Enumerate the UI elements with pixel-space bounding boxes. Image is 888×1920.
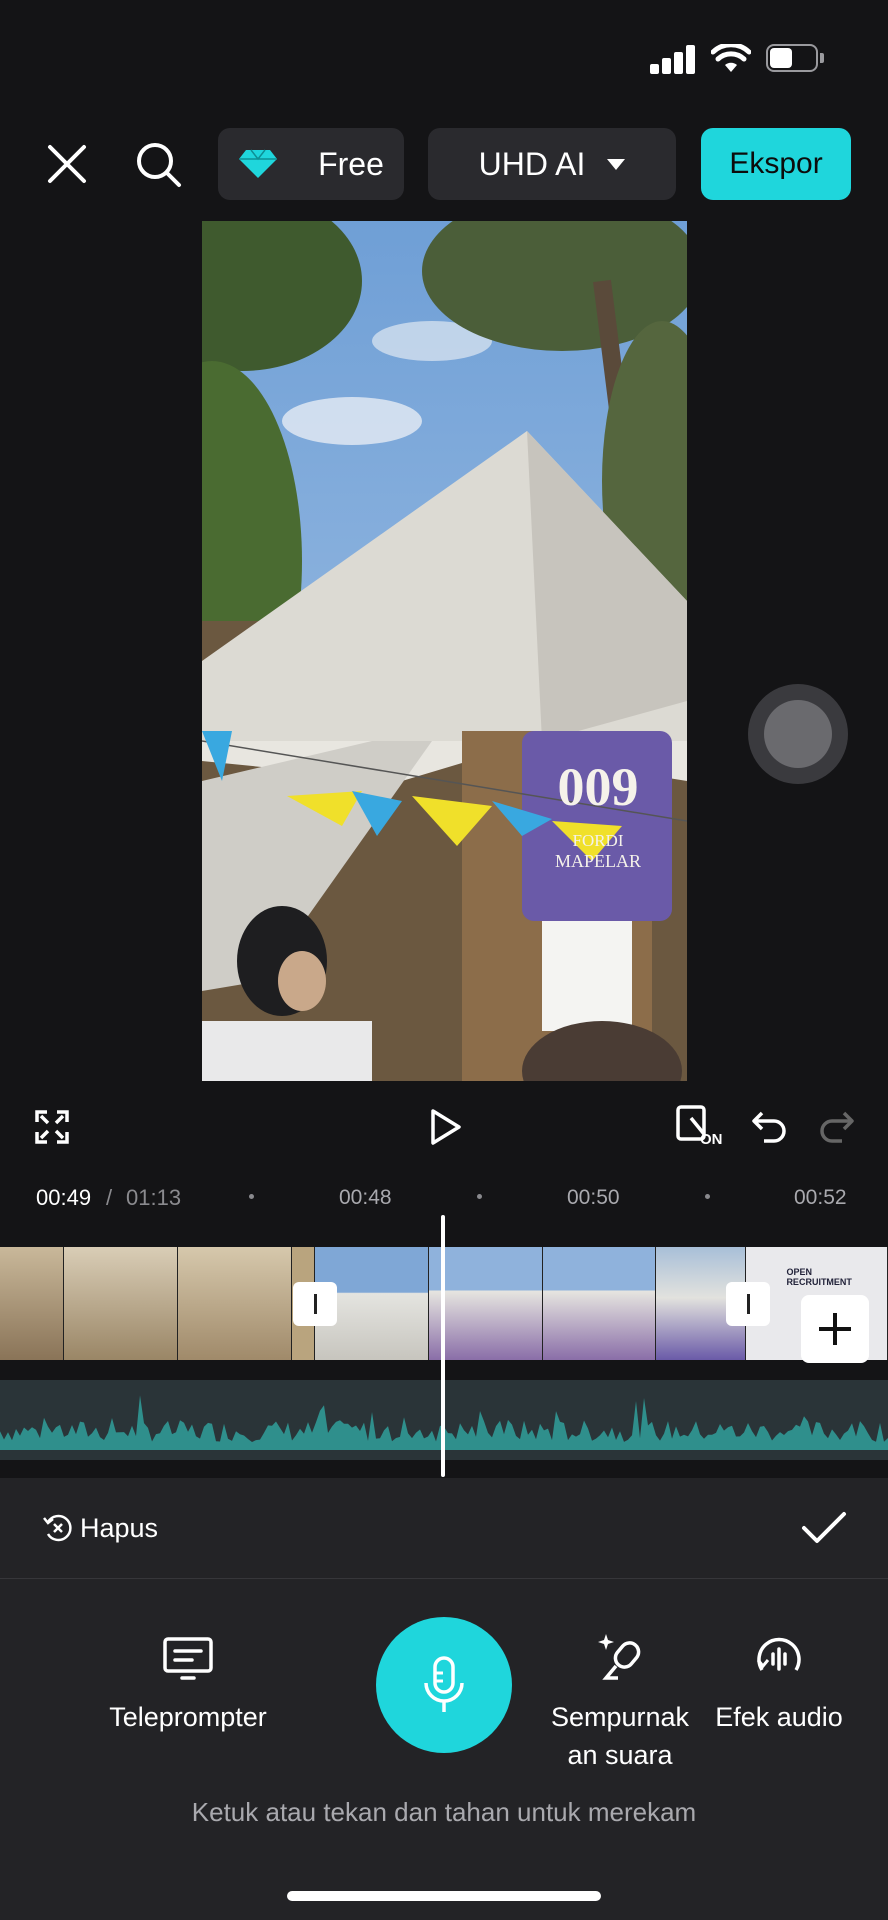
keyframe-toggle-button[interactable]: ON [674,1104,726,1152]
teleprompter-label: Teleprompter [109,1702,267,1732]
add-clip-button[interactable] [801,1295,869,1363]
caret-down-icon [607,158,626,170]
transition-handle[interactable] [293,1282,337,1326]
home-indicator[interactable] [287,1891,601,1901]
wifi-icon [711,44,751,72]
battery-icon [766,44,824,72]
status-bar [0,0,888,110]
panel-divider [0,1578,888,1579]
audio-effect-button[interactable]: Efek audio [706,1636,852,1736]
ruler-tick-label: 00:48 [339,1186,392,1209]
record-voiceover-button[interactable] [376,1617,512,1753]
clip-thumbnail [0,1247,65,1360]
voice-enhance-label-1: Sempurnak [550,1702,690,1732]
microphone-icon [424,1656,464,1712]
audio-effect-label: Efek audio [715,1702,843,1732]
total-time: 01:13 [126,1185,182,1210]
clip-thumbnail [428,1247,543,1360]
signal-icon [650,44,696,74]
delete-icon [43,1514,72,1542]
keyframe-on-label: ON [700,1131,723,1148]
ruler-dot [249,1194,254,1199]
audio-effect-icon [756,1637,801,1671]
export-label: Ekspor [729,147,823,180]
delete-label: Hapus [80,1512,159,1543]
clip-thumbnail [542,1247,657,1360]
banner-line-2: MAPELAR [554,851,641,871]
plan-badge-button[interactable]: Free [218,128,404,200]
export-button[interactable]: Ekspor [701,128,851,200]
fullscreen-icon[interactable] [34,1109,70,1145]
close-icon[interactable] [46,143,88,185]
time-separator: / [106,1185,113,1210]
teleprompter-button[interactable]: Teleprompter [98,1636,278,1736]
search-icon[interactable] [134,140,184,190]
playhead[interactable] [441,1215,445,1477]
video-preview[interactable]: 009 FORDI MAPELAR [202,221,687,1081]
voice-enhance-button[interactable]: Sempurnak an suara [544,1632,696,1772]
plan-label: Free [318,145,384,182]
quality-dropdown[interactable]: UHD AI [428,128,676,200]
ruler-dot [705,1194,710,1199]
play-icon[interactable] [430,1108,462,1146]
voice-enhance-label-2: an suara [567,1740,673,1770]
record-button-inner [764,700,832,768]
record-hint: Ketuk atau tekan dan tahan untuk merekam [191,1797,697,1827]
ruler-tick-label: 00:50 [567,1186,620,1209]
redo-icon[interactable] [818,1109,856,1143]
ruler-tick-label: 00:52 [794,1186,847,1209]
plus-icon [819,1313,851,1345]
current-time: 00:49 [36,1185,92,1210]
floating-record-button[interactable] [748,684,848,784]
check-icon[interactable] [801,1511,847,1545]
diamond-icon [239,149,278,178]
delete-button[interactable]: Hapus [42,1512,158,1544]
voice-enhance-icon [598,1634,641,1680]
undo-icon[interactable] [750,1109,788,1143]
banner-line-1: FORDI [572,831,624,850]
teleprompter-icon [163,1637,213,1680]
transition-handle[interactable] [726,1282,770,1326]
clip-thumbnail [64,1247,179,1360]
banner-number: 009 [557,757,639,817]
clip-sign-text: OPEN RECRUITMENT [786,1267,852,1287]
preview-frame [202,221,687,1081]
ruler-dot [477,1194,482,1199]
clip-thumbnail [178,1247,293,1360]
quality-label: UHD AI [478,145,586,182]
